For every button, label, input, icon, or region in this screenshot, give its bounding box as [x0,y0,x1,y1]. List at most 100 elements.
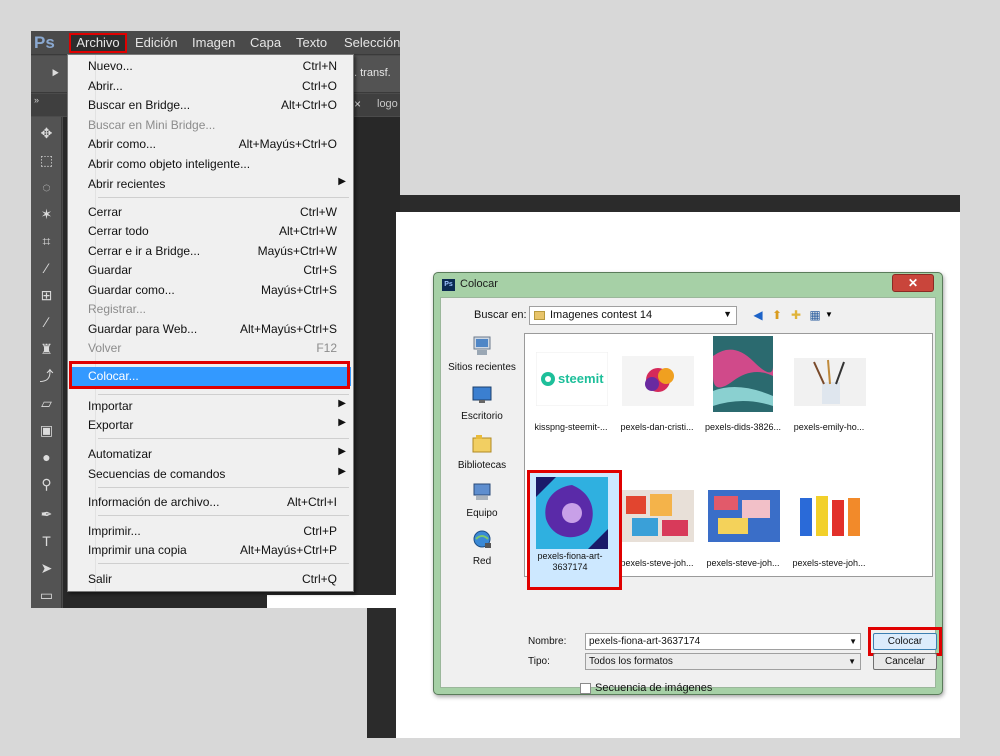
colocar-button[interactable]: Colocar [873,633,937,650]
chevron-down-icon[interactable]: ▼ [849,634,857,649]
submenu-arrow-icon: ▶ [338,417,346,428]
file-item[interactable]: steemit kisspng-steemit-... [527,334,613,448]
place-red[interactable]: Red [446,529,518,577]
menu-item-abrir[interactable]: Abrir... Ctrl+O [70,77,351,96]
file-item[interactable]: pexels-dids-3826... [699,334,785,448]
clone-stamp-tool-icon[interactable]: ♜ [36,339,57,360]
crop-tool-icon[interactable]: ⌗ [36,231,57,252]
place-equipo[interactable]: Equipo [446,481,518,529]
steemit-logo-text: steemit [558,371,604,386]
pen-tool-icon[interactable]: ✒ [36,504,57,525]
menu-item-imprimir-copia[interactable]: Imprimir una copia Alt+Mayús+Ctrl+P [70,541,351,560]
menu-item-exportar[interactable]: Exportar ▶ [70,416,351,435]
move-tool-icon[interactable]: ⯈ [50,66,60,82]
nombre-input[interactable]: pexels-fiona-art-3637174 ▼ [585,633,861,650]
file-list: steemit kisspng-steemit-... pexels-dan-c… [524,333,933,590]
menu-item-shortcut: Alt+Ctrl+W [278,224,337,238]
file-thumbnail [708,490,780,542]
menu-item-label: Cerrar [88,205,123,219]
menu-item-label: Información de archivo... [88,495,220,509]
menu-item-abrir-como[interactable]: Abrir como... Alt+Mayús+Ctrl+O [70,135,351,154]
path-selection-tool-icon[interactable]: ➤ [36,558,57,579]
marquee-tool-icon[interactable]: ⬚ [36,150,57,171]
menu-item-salir[interactable]: Salir Ctrl+Q [70,570,351,589]
tab-close-icon[interactable]: × [354,97,361,111]
up-folder-icon[interactable]: ⬆ [769,307,785,323]
menu-item-guardar-web[interactable]: Guardar para Web... Alt+Mayús+Ctrl+S [70,320,351,339]
magic-wand-tool-icon[interactable]: ✶ [36,204,57,225]
dodge-tool-icon[interactable]: ⚲ [36,474,57,495]
rectangle-tool-icon[interactable]: ▭ [36,585,57,606]
menu-item-importar[interactable]: Importar ▶ [70,397,351,416]
place-escritorio[interactable]: Escritorio [446,384,518,432]
file-item[interactable]: pexels-steve-joh... [699,470,785,584]
place-sitios-recientes[interactable]: Sitios recientes [446,335,518,383]
type-tool-icon[interactable]: T [36,531,57,552]
dialog-title-bar[interactable]: Ps Colocar ✕ [435,273,941,297]
menu-item-guardar-como[interactable]: Guardar como... Mayús+Ctrl+S [70,281,351,300]
menu-item-abrir-recientes[interactable]: Abrir recientes ▶ [70,175,351,194]
menu-item-informacion-archivo[interactable]: Información de archivo... Alt+Ctrl+I [70,493,351,512]
menu-edicion[interactable]: Edición [135,35,178,50]
menu-capa[interactable]: Capa [250,35,281,50]
colocar-annotation-box [69,361,350,389]
file-thumbnail [794,358,866,406]
buscar-en-dropdown[interactable]: Imagenes contest 14 ▼ [529,306,737,325]
panel-collapse-icon[interactable]: » [34,95,39,105]
menu-item-abrir-objeto-inteligente[interactable]: Abrir como objeto inteligente... [70,155,351,174]
place-label: Equipo [466,508,498,519]
menu-item-shortcut: Alt+Mayús+Ctrl+S [239,322,337,336]
menu-item-cerrar[interactable]: Cerrar Ctrl+W [70,203,351,222]
file-item[interactable]: pexels-steve-joh... [785,470,871,584]
cancelar-button[interactable]: Cancelar [873,653,937,670]
eyedropper-tool-icon[interactable]: ⁄ [36,258,57,279]
menu-item-label: Cerrar e ir a Bridge... [88,244,201,258]
menu-imagen[interactable]: Imagen [192,35,235,50]
menu-item-shortcut: Ctrl+Q [301,572,337,586]
menu-item-label: Buscar en Mini Bridge... [88,118,216,132]
file-thumbnail [622,490,694,542]
menu-item-shortcut: F12 [316,341,337,355]
healing-brush-tool-icon[interactable]: ⊞ [36,285,57,306]
tipo-label: Tipo: [528,656,550,667]
file-item[interactable]: pexels-emily-ho... [785,334,871,448]
eraser-tool-icon[interactable]: ▱ [36,393,57,414]
history-brush-tool-icon[interactable]: ⤴ [36,366,57,387]
blur-tool-icon[interactable]: ● [36,447,57,468]
menu-item-buscar-bridge[interactable]: Buscar en Bridge... Alt+Ctrl+O [70,96,351,115]
back-icon[interactable]: ◀ [750,307,766,323]
tipo-dropdown[interactable]: Todos los formatos ▼ [585,653,861,670]
background-dark-strip [400,195,960,212]
menu-item-guardar[interactable]: Guardar Ctrl+S [70,261,351,280]
menu-item-imprimir[interactable]: Imprimir... Ctrl+P [70,522,351,541]
file-item[interactable]: pexels-steve-joh... [613,470,699,584]
menu-archivo[interactable]: Archivo [69,33,127,53]
menu-item-nuevo[interactable]: Nuevo... Ctrl+N [70,57,351,76]
menu-texto[interactable]: Texto [296,35,327,50]
brush-tool-icon[interactable]: ∕ [36,312,57,333]
view-dropdown-chevron-icon[interactable]: ▼ [821,307,837,323]
file-thumbnail [713,336,773,412]
tipo-value: Todos los formatos [589,656,673,667]
menu-seleccion[interactable]: Selección [344,35,400,50]
photoshop-logo-icon: Ps [34,33,55,52]
file-item[interactable]: pexels-dan-cristi... [613,334,699,448]
file-thumbnail [622,356,694,406]
menu-item-automatizar[interactable]: Automatizar ▶ [70,445,351,464]
secuencia-checkbox[interactable] [580,683,591,694]
menu-item-cerrar-ir-bridge[interactable]: Cerrar e ir a Bridge... Mayús+Ctrl+W [70,242,351,261]
place-bibliotecas[interactable]: Bibliotecas [446,433,518,481]
lasso-tool-icon[interactable]: ◌ [36,177,57,198]
network-icon [473,530,491,548]
gradient-tool-icon[interactable]: ▣ [36,420,57,441]
document-tab-logo[interactable]: logo [377,98,398,110]
desktop-icon [472,386,492,403]
new-folder-icon[interactable]: ✚ [788,307,804,323]
move-tool-icon[interactable]: ✥ [36,123,57,144]
close-button[interactable]: ✕ [892,274,934,292]
file-label: kisspng-steemit-... [534,422,608,432]
menu-item-label: Imprimir una copia [88,543,187,557]
menu-item-secuencias-comandos[interactable]: Secuencias de comandos ▶ [70,465,351,484]
menu-item-cerrar-todo[interactable]: Cerrar todo Alt+Ctrl+W [70,222,351,241]
dialog-body: Buscar en: Imagenes contest 14 ▼ ◀ ⬆ ✚ ▦… [440,297,942,694]
